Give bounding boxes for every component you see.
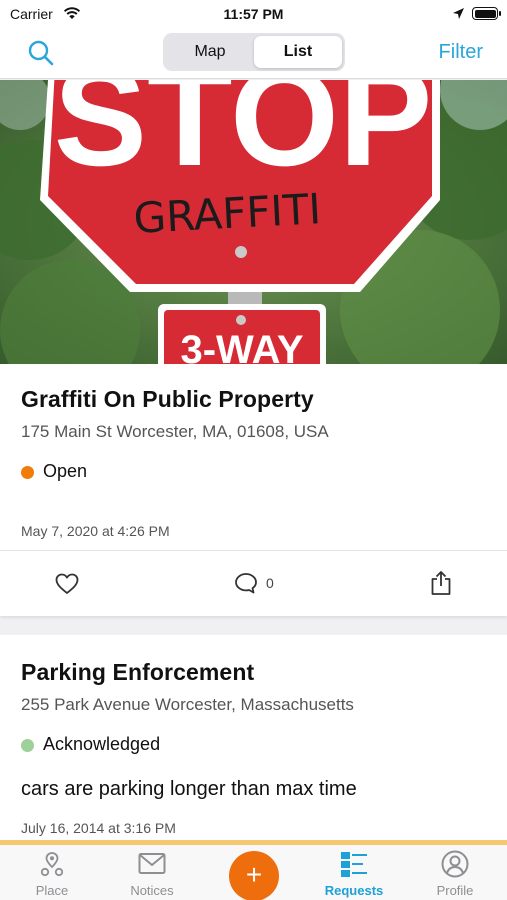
share-icon[interactable]	[430, 570, 452, 596]
request-photo[interactable]: STOP GRAFFITI 3-WAY	[0, 80, 507, 364]
tab-label: Notices	[130, 883, 174, 898]
comment-count: 0	[266, 575, 274, 591]
location-arrow-icon	[453, 8, 464, 19]
tab-bar: Place Notices + Requests Profile	[0, 840, 507, 900]
place-icon	[40, 852, 64, 877]
card-actions: 0	[0, 550, 507, 616]
request-feed: STOP GRAFFITI 3-WAY Graffiti On Public P…	[0, 80, 507, 844]
three-way-text: 3-WAY	[180, 328, 303, 364]
profile-icon	[441, 850, 469, 878]
clock-time: 11:57 PM	[223, 6, 284, 22]
segment-list[interactable]: List	[254, 36, 342, 68]
request-description: cars are parking longer than max time	[21, 778, 357, 800]
status-bar: Carrier 11:57 PM	[0, 0, 507, 28]
tab-label: Place	[35, 883, 69, 898]
request-title: Graffiti On Public Property	[21, 386, 314, 412]
tab-profile[interactable]: Profile	[405, 845, 505, 900]
status-dot-acknowledged	[21, 739, 34, 752]
comment-icon[interactable]	[234, 572, 258, 594]
request-address: 175 Main St Worcester, MA, 01608, USA	[21, 422, 329, 441]
stop-sign-image: STOP GRAFFITI 3-WAY	[0, 80, 507, 364]
request-card[interactable]: Parking Enforcement 255 Park Avenue Worc…	[0, 635, 507, 844]
request-address: 255 Park Avenue Worcester, Massachusetts	[21, 695, 354, 714]
nav-bar: Map List Filter	[0, 28, 507, 79]
view-mode-segmented-control: Map List	[163, 33, 345, 71]
segment-map[interactable]: Map	[166, 36, 254, 68]
tab-notices[interactable]: Notices	[102, 845, 202, 900]
search-icon[interactable]	[26, 38, 56, 68]
request-card[interactable]: STOP GRAFFITI 3-WAY Graffiti On Public P…	[0, 80, 507, 616]
filter-button[interactable]: Filter	[439, 41, 483, 64]
status-label: Open	[43, 461, 88, 481]
app-screen: Carrier 11:57 PM Map List Filter STOP GR…	[0, 0, 507, 900]
add-icon: +	[245, 859, 263, 890]
tab-place[interactable]: Place	[2, 845, 102, 900]
tab-label: Requests	[324, 883, 384, 898]
battery-icon	[472, 7, 501, 20]
tab-label: Profile	[436, 883, 474, 898]
status-label: Acknowledged	[43, 734, 161, 754]
status-dot-open	[21, 466, 34, 479]
stop-text: STOP	[54, 80, 433, 195]
tab-requests[interactable]: Requests	[304, 845, 404, 900]
heart-icon[interactable]	[55, 573, 79, 595]
request-title: Parking Enforcement	[21, 659, 255, 685]
requests-list-icon	[341, 852, 367, 877]
add-request-button[interactable]: +	[229, 851, 279, 900]
envelope-icon	[138, 853, 166, 874]
request-date: May 7, 2020 at 4:26 PM	[21, 523, 170, 539]
request-date: July 16, 2014 at 3:16 PM	[21, 820, 176, 836]
graffiti-text: GRAFFITI	[132, 184, 322, 243]
